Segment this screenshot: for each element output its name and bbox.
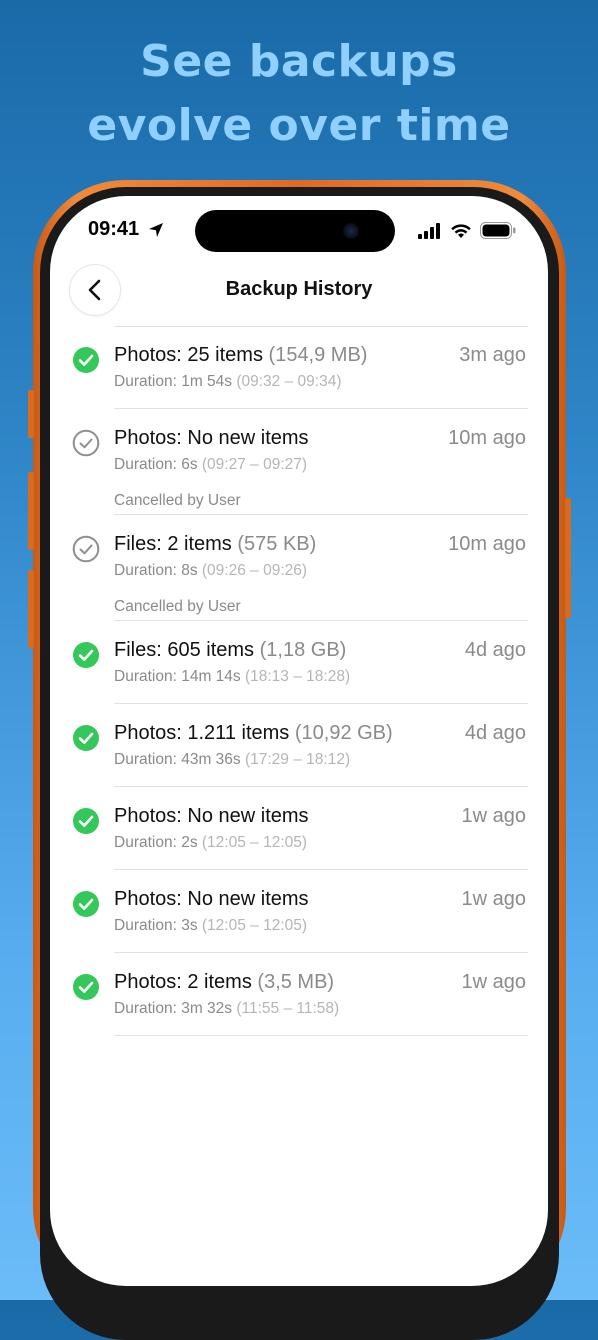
row-duration: Duration: 3m 32s (11:55 – 11:58) (114, 1000, 339, 1018)
dynamic-island (195, 210, 395, 252)
row-time-range: (09:32 – 09:34) (236, 373, 342, 390)
row-duration: Duration: 2s (12:05 – 12:05) (114, 834, 307, 852)
row-duration-text: Duration: 6s (114, 456, 198, 473)
history-row[interactable]: Photos: No new items 1w ago Duration: 3s (… (50, 870, 548, 953)
row-time-range: (12:05 – 12:05) (201, 917, 308, 934)
row-title: Photos: 2 items (3,5 MB) (114, 971, 334, 994)
success-check-icon (73, 974, 99, 1000)
cancelled-check-icon (72, 535, 100, 563)
row-duration: Duration: 43m 36s (17:29 – 18:12) (114, 751, 350, 769)
row-time-ago: 4d ago (464, 639, 526, 661)
battery-icon (480, 222, 516, 239)
row-title: Photos: 1.211 items (10,92 GB) (114, 722, 393, 745)
history-row[interactable]: Files: 605 items (1,18 GB) 4d ago Duration… (50, 621, 548, 704)
row-duration: Duration: 8s (09:26 – 09:26) (114, 562, 307, 580)
history-row[interactable]: Photos: 2 items (3,5 MB) 1w ago Duration: … (50, 953, 548, 1036)
row-title-text: Photos: 25 items (114, 344, 263, 366)
row-duration: Duration: 6s (09:27 – 09:27) (114, 456, 307, 474)
row-note: Cancelled by User (114, 492, 241, 509)
success-check-icon (73, 642, 99, 668)
cellular-signal-icon (418, 222, 440, 239)
row-time-ago: 1w ago (461, 971, 527, 993)
row-size: (3,5 MB) (257, 971, 335, 993)
row-title: Photos: No new items (114, 805, 309, 828)
row-duration-text: Duration: 3m 32s (114, 1000, 233, 1017)
row-divider (114, 1035, 528, 1036)
row-note: Cancelled by User (114, 598, 241, 615)
success-check-icon (73, 725, 99, 751)
phone-screen: 09:41 Backup History Photos: 25 items (1… (50, 196, 548, 1286)
row-title: Files: 2 items (575 KB) (114, 533, 316, 556)
row-duration-text: Duration: 2s (114, 834, 198, 851)
volume-down-button (28, 570, 34, 648)
row-duration-text: Duration: 1m 54s (114, 373, 233, 390)
history-row[interactable]: Photos: 1.211 items (10,92 GB) 4d ago Dura… (50, 704, 548, 787)
row-duration: Duration: 14m 14s (18:13 – 18:28) (114, 668, 350, 686)
row-time-range: (09:26 – 09:26) (201, 562, 308, 579)
success-check-icon (73, 808, 99, 834)
row-duration-text: Duration: 3s (114, 917, 198, 934)
row-duration: Duration: 1m 54s (09:32 – 09:34) (114, 373, 341, 391)
row-size: (1,18 GB) (259, 639, 347, 661)
row-time-range: (11:55 – 11:58) (236, 1000, 340, 1017)
row-time-ago: 1w ago (461, 805, 527, 827)
location-arrow-icon (149, 223, 163, 237)
row-duration: Duration: 3s (12:05 – 12:05) (114, 917, 307, 935)
row-title: Photos: No new items (114, 888, 309, 911)
row-duration-text: Duration: 43m 36s (114, 751, 241, 768)
success-check-icon (73, 347, 99, 373)
row-title-text: Photos: No new items (114, 427, 309, 449)
history-row[interactable]: Photos: No new items 10m ago Duration: 6s … (50, 409, 548, 515)
row-title: Photos: 25 items (154,9 MB) (114, 344, 367, 367)
status-icons (418, 222, 516, 239)
row-time-range: (18:13 – 18:28) (244, 668, 351, 685)
volume-up-button (28, 472, 34, 550)
row-title-text: Files: 605 items (114, 639, 255, 661)
page-title: Backup History (225, 278, 373, 300)
status-time: 09:41 (88, 218, 140, 240)
row-time-range: (17:29 – 18:12) (244, 751, 351, 768)
row-size: (575 KB) (237, 533, 317, 555)
history-row[interactable]: Files: 2 items (575 KB) 10m ago Duration: … (50, 515, 548, 621)
row-time-ago: 3m ago (459, 344, 526, 366)
row-size: (154,9 MB) (268, 344, 368, 366)
row-time-ago: 10m ago (448, 533, 526, 555)
wifi-icon (451, 223, 471, 238)
headline-line-2: evolve over time (87, 100, 511, 151)
history-row[interactable]: Photos: 25 items (154,9 MB) 3m ago Duratio… (50, 326, 548, 409)
row-time-range: (12:05 – 12:05) (201, 834, 308, 851)
row-title-text: Photos: No new items (114, 888, 309, 910)
row-title-text: Files: 2 items (114, 533, 232, 555)
row-time-ago: 10m ago (448, 427, 526, 449)
success-check-icon (73, 891, 99, 917)
row-duration-text: Duration: 14m 14s (114, 668, 241, 685)
side-button (565, 498, 571, 618)
row-time-range: (09:27 – 09:27) (201, 456, 308, 473)
row-title: Files: 605 items (1,18 GB) (114, 639, 346, 662)
row-title-text: Photos: 2 items (114, 971, 252, 993)
row-title-text: Photos: No new items (114, 805, 309, 827)
headline-line-1: See backups (140, 36, 458, 87)
row-title-text: Photos: 1.211 items (114, 722, 290, 744)
row-duration-text: Duration: 8s (114, 562, 198, 579)
row-title: Photos: No new items (114, 427, 309, 450)
cancelled-check-icon (72, 429, 100, 457)
history-row[interactable]: Photos: No new items 1w ago Duration: 2s (… (50, 787, 548, 870)
row-size: (10,92 GB) (294, 722, 393, 744)
row-time-ago: 4d ago (464, 722, 526, 744)
action-button (28, 390, 34, 438)
row-time-ago: 1w ago (461, 888, 527, 910)
camera-icon (343, 223, 359, 239)
